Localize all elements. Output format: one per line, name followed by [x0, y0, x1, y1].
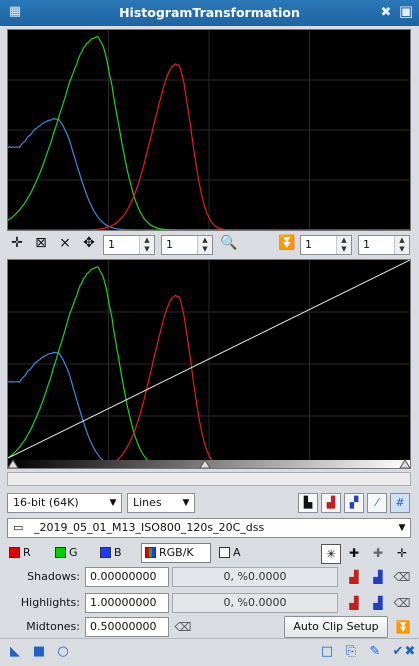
- resolution-select[interactable]: 16-bit (64K) ▼: [7, 493, 122, 513]
- auto-clip-setup-label: Auto Clip Setup: [293, 620, 379, 633]
- image-icon: ▭: [13, 521, 24, 534]
- bottom-toolbar: ◣ ■ ○ □ ⎘ ✎ ✔ ✖: [0, 638, 419, 666]
- curve-icon[interactable]: ⁄: [367, 493, 387, 513]
- crosshair-icon[interactable]: ✛: [7, 233, 27, 253]
- real-time-preview-icon[interactable]: ○: [54, 643, 72, 661]
- shadows-label: Shadows:: [27, 570, 80, 583]
- channel-rgbk[interactable]: RGB/K: [141, 543, 211, 563]
- channel-b[interactable]: B: [100, 545, 122, 561]
- edit-icon[interactable]: ✎: [366, 643, 384, 661]
- blue-swatch: [100, 547, 111, 558]
- output-histogram-plot: [8, 260, 410, 468]
- output-zoom-x-value: 1: [305, 238, 312, 251]
- horizontal-scrollbar[interactable]: [7, 472, 411, 486]
- zoom-y-spinbox[interactable]: 1 ▲ ▼: [161, 235, 213, 255]
- channel-rgbk-label: RGB/K: [159, 546, 194, 559]
- shadows-auto-icon[interactable]: ▟: [369, 568, 387, 586]
- zoom-in-icon[interactable]: ⊠: [31, 233, 51, 253]
- reset-icon[interactable]: ✖: [403, 643, 417, 661]
- close-icon[interactable]: ▣: [397, 2, 415, 20]
- zoom-x-value: 1: [108, 238, 115, 251]
- resolution-value: 16-bit (64K): [13, 496, 79, 509]
- shadows-readout: 0, %0.0000: [172, 567, 338, 587]
- channel-r-label: R: [23, 546, 31, 559]
- zoom-y-value: 1: [166, 238, 173, 251]
- highlights-label: Highlights:: [20, 596, 80, 609]
- double-chevron-down-icon[interactable]: ⏬: [394, 618, 412, 636]
- double-chevron-down-icon[interactable]: ⏬: [277, 233, 297, 253]
- chevron-down-icon: ▼: [182, 498, 190, 508]
- channel-a[interactable]: A: [219, 545, 241, 561]
- shadows-value: 0.00000000: [90, 570, 157, 583]
- rejected-pixels-icon[interactable]: ▙: [298, 493, 318, 513]
- histogram-transformation-window: ▦ HistogramTransformation ✖ ▣ ✛ ⊠ ⨯ ✥ 1 …: [0, 0, 419, 666]
- output-zoom-x-arrows[interactable]: ▲ ▼: [336, 236, 351, 254]
- input-histogram-plot: [8, 30, 410, 230]
- shadows-clip-icon[interactable]: ▟: [345, 568, 363, 586]
- channel-g[interactable]: G: [55, 545, 78, 561]
- zoom-x-arrows[interactable]: ▲ ▼: [139, 236, 154, 254]
- shadows-crosshair-icon[interactable]: ✚: [345, 544, 363, 562]
- shadows-readout-text: 0, %0.0000: [223, 570, 287, 583]
- output-zoom-y-value: 1: [363, 238, 370, 251]
- channel-g-label: G: [69, 546, 78, 559]
- channels-icon[interactable]: ▞: [344, 493, 364, 513]
- channel-b-label: B: [114, 546, 122, 559]
- channel-r[interactable]: R: [9, 545, 31, 561]
- highlights-crosshair-icon[interactable]: ✛: [393, 544, 411, 562]
- output-zoom-x-spinbox[interactable]: 1 ▲ ▼: [300, 235, 352, 255]
- chevron-down-icon: ▼: [398, 523, 406, 533]
- highlights-reset-icon[interactable]: ⌫: [393, 594, 411, 612]
- histogram-icon[interactable]: ▟: [321, 493, 341, 513]
- red-swatch: [9, 547, 20, 558]
- shadows-input[interactable]: 0.00000000: [85, 567, 169, 587]
- midtones-reset-icon[interactable]: ⌫: [174, 618, 192, 636]
- graph-style-select[interactable]: Lines ▼: [127, 493, 195, 513]
- output-zoom-y-spinbox[interactable]: 1 ▲ ▼: [358, 235, 410, 255]
- view-select[interactable]: ▭ _2019_05_01_M13_ISO800_120s_20C_dss ▼: [7, 518, 411, 538]
- window-title: HistogramTransformation: [119, 5, 300, 20]
- highlights-value: 1.00000000: [90, 596, 157, 609]
- channel-a-label: A: [233, 546, 241, 559]
- view-value: _2019_05_01_M13_ISO800_120s_20C_dss: [34, 521, 265, 534]
- graph-style-value: Lines: [133, 496, 162, 509]
- midtones-value: 0.50000000: [90, 620, 157, 633]
- output-zoom-y-arrows[interactable]: ▲ ▼: [394, 236, 409, 254]
- highlights-readout: 0, %0.0000: [172, 593, 338, 613]
- alpha-swatch: [219, 547, 230, 558]
- midtones-label: Midtones:: [26, 620, 80, 633]
- new-instance-icon[interactable]: ◣: [6, 643, 24, 661]
- shadows-reset-icon[interactable]: ⌫: [393, 568, 411, 586]
- zoom-out-icon[interactable]: ⨯: [55, 233, 75, 253]
- crosshair-icon[interactable]: ✳: [321, 544, 341, 564]
- input-histogram[interactable]: [7, 29, 411, 231]
- highlights-auto-icon[interactable]: ▟: [369, 594, 387, 612]
- highlights-readout-text: 0, %0.0000: [223, 596, 287, 609]
- rgb-swatch: [145, 547, 156, 558]
- chevron-down-icon: ▼: [109, 498, 117, 508]
- document-icon[interactable]: ⎘: [342, 643, 360, 661]
- pin-icon[interactable]: ✖: [377, 5, 395, 20]
- zoom-x-spinbox[interactable]: 1 ▲ ▼: [103, 235, 155, 255]
- title-bar: ▦ HistogramTransformation ✖ ▣: [0, 0, 419, 26]
- apply-global-icon[interactable]: ■: [30, 643, 48, 661]
- grid-icon[interactable]: #: [390, 493, 410, 513]
- midtones-crosshair-icon[interactable]: ✚: [369, 544, 387, 562]
- highlights-clip-icon[interactable]: ▟: [345, 594, 363, 612]
- highlights-input[interactable]: 1.00000000: [85, 593, 169, 613]
- zoom-y-arrows[interactable]: ▲ ▼: [197, 236, 212, 254]
- pan-icon[interactable]: ✥: [79, 233, 99, 253]
- green-swatch: [55, 547, 66, 558]
- output-histogram[interactable]: [7, 259, 411, 469]
- midtones-input[interactable]: 0.50000000: [85, 617, 169, 637]
- browse-docs-icon[interactable]: □: [318, 643, 336, 661]
- auto-clip-setup-button[interactable]: Auto Clip Setup: [284, 616, 388, 638]
- magnifier-icon[interactable]: 🔍: [219, 233, 239, 253]
- histogram-toolbar: ✛ ⊠ ⨯ ✥ 1 ▲ ▼ 1 ▲ ▼ 🔍 ⏬ 1 ▲ ▼ 1 ▲ ▼: [0, 233, 419, 257]
